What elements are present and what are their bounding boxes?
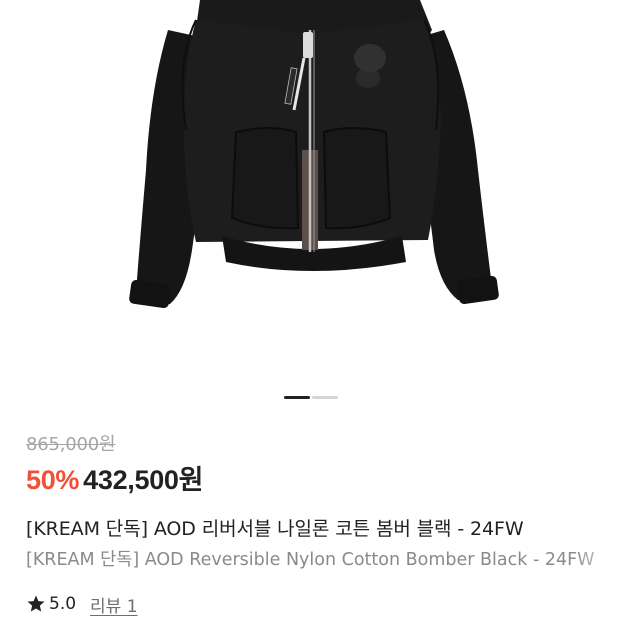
image-pager[interactable] bbox=[0, 396, 620, 399]
product-title-en: [KREAM 단독] AOD Reversible Nylon Cotton B… bbox=[26, 550, 595, 570]
discount-rate: 50% bbox=[26, 465, 80, 495]
rating-value: 5.0 bbox=[49, 594, 77, 614]
jacket-illustration bbox=[129, 0, 499, 309]
product-title-ko: [KREAM 단독] AOD 리버서블 나일론 코튼 봄버 블랙 - 24FW bbox=[26, 518, 524, 540]
pager-dot-1[interactable] bbox=[284, 396, 310, 399]
price-row: 50% 432,500원 bbox=[26, 460, 203, 500]
rating-row: 5.0 리뷰 1 bbox=[26, 590, 138, 618]
sale-price: 432,500원 bbox=[83, 465, 204, 495]
pager-dot-2[interactable] bbox=[312, 396, 338, 399]
original-price: 865,000원 bbox=[26, 434, 116, 455]
product-image[interactable] bbox=[0, 0, 620, 380]
review-count-link[interactable]: 리뷰 1 bbox=[90, 592, 138, 617]
star-icon bbox=[27, 595, 45, 612]
